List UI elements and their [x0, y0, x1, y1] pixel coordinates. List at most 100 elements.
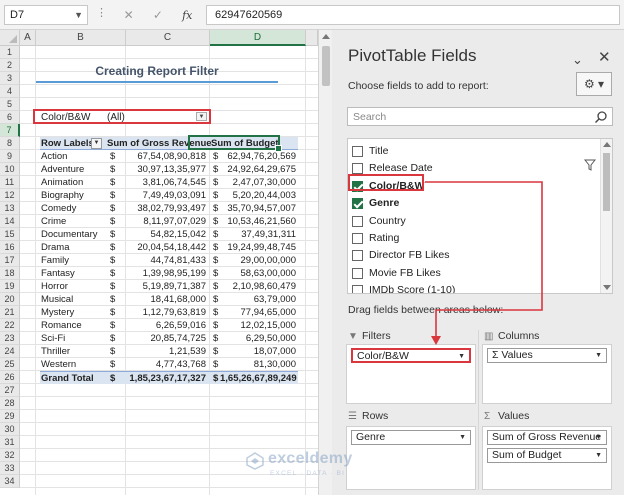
- currency-symbol[interactable]: $: [213, 319, 218, 332]
- checkbox-icon[interactable]: [352, 163, 363, 175]
- budget-value[interactable]: 62,94,76,20,569: [220, 150, 296, 163]
- filter-dropdown-icon[interactable]: ▼: [196, 112, 207, 121]
- currency-symbol[interactable]: $: [213, 202, 218, 215]
- row-header[interactable]: 7: [0, 124, 20, 137]
- gross-value[interactable]: 18,41,68,000: [118, 293, 206, 306]
- currency-symbol[interactable]: $: [213, 189, 218, 202]
- currency-symbol[interactable]: $: [213, 280, 218, 293]
- search-input[interactable]: Search: [347, 107, 613, 126]
- currency-symbol[interactable]: $: [110, 280, 115, 293]
- currency-symbol[interactable]: $: [213, 332, 218, 345]
- checkbox-icon[interactable]: [352, 215, 363, 227]
- currency-symbol[interactable]: $: [213, 267, 218, 280]
- gross-value[interactable]: 1,39,98,95,199: [118, 267, 206, 280]
- row-label[interactable]: Mystery: [41, 306, 74, 319]
- row-label[interactable]: Action: [41, 150, 67, 163]
- row-header[interactable]: 15: [0, 228, 20, 241]
- currency-symbol[interactable]: $: [110, 189, 115, 202]
- row-header[interactable]: 14: [0, 215, 20, 228]
- row-header[interactable]: 8: [0, 137, 20, 150]
- row-label[interactable]: Horror: [41, 280, 68, 293]
- row-header[interactable]: 3: [0, 72, 20, 85]
- vertical-scrollbar[interactable]: [318, 30, 332, 495]
- currency-symbol[interactable]: $: [213, 215, 218, 228]
- cancel-icon[interactable]: ✕: [124, 8, 134, 22]
- currency-symbol[interactable]: $: [110, 202, 115, 215]
- currency-symbol[interactable]: $: [213, 163, 218, 176]
- currency-symbol[interactable]: $: [213, 254, 218, 267]
- gross-value[interactable]: 44,74,81,433: [118, 254, 206, 267]
- gross-value[interactable]: 1,21,539: [118, 345, 206, 358]
- row-chip[interactable]: Genre ▼: [351, 430, 471, 445]
- row-header[interactable]: 17: [0, 254, 20, 267]
- currency-symbol[interactable]: $: [213, 306, 218, 319]
- row-header[interactable]: 29: [0, 410, 20, 423]
- row-header[interactable]: 33: [0, 462, 20, 475]
- chevron-down-icon[interactable]: ⌄: [572, 52, 583, 68]
- row-header[interactable]: 19: [0, 280, 20, 293]
- currency-symbol[interactable]: $: [213, 293, 218, 306]
- currency-symbol[interactable]: $: [110, 267, 115, 280]
- budget-value[interactable]: 19,24,99,48,745: [220, 241, 296, 254]
- currency-symbol[interactable]: $: [213, 345, 218, 358]
- currency-symbol[interactable]: $: [110, 306, 115, 319]
- currency-symbol[interactable]: $: [110, 319, 115, 332]
- row-label[interactable]: Western: [41, 358, 76, 371]
- budget-value[interactable]: 10,53,46,21,560: [220, 215, 296, 228]
- row-header[interactable]: 30: [0, 423, 20, 436]
- gross-value[interactable]: 1,12,79,63,819: [118, 306, 206, 319]
- row-header[interactable]: 34: [0, 475, 20, 488]
- budget-value[interactable]: 6,29,50,000: [220, 332, 296, 345]
- currency-symbol[interactable]: $: [110, 293, 115, 306]
- chevron-down-icon[interactable]: ▼: [595, 449, 602, 462]
- enter-icon[interactable]: ✓: [153, 8, 163, 22]
- currency-symbol[interactable]: $: [213, 228, 218, 241]
- value-chip[interactable]: Sum of Budget ▼: [487, 448, 607, 463]
- row-header[interactable]: 28: [0, 397, 20, 410]
- row-header[interactable]: 2: [0, 59, 20, 72]
- active-cell[interactable]: [188, 135, 282, 152]
- budget-value[interactable]: 81,30,000: [220, 358, 296, 371]
- row-label[interactable]: Biography: [41, 189, 84, 202]
- row-label[interactable]: Thriller: [41, 345, 70, 358]
- chevron-down-icon[interactable]: ▼: [458, 350, 465, 363]
- row-label[interactable]: Musical: [41, 293, 73, 306]
- row-header[interactable]: 10: [0, 163, 20, 176]
- column-header[interactable]: C: [126, 30, 210, 46]
- currency-symbol[interactable]: $: [213, 150, 218, 163]
- currency-symbol[interactable]: $: [110, 215, 115, 228]
- row-header[interactable]: 32: [0, 449, 20, 462]
- row-header[interactable]: 18: [0, 267, 20, 280]
- currency-symbol[interactable]: $: [213, 358, 218, 371]
- chevron-down-icon[interactable]: ▼: [459, 431, 466, 444]
- row-header[interactable]: 23: [0, 332, 20, 345]
- row-header[interactable]: 22: [0, 319, 20, 332]
- chevron-down-icon[interactable]: ▼: [595, 431, 602, 444]
- budget-value[interactable]: 37,49,31,311: [220, 228, 296, 241]
- column-header[interactable]: A: [20, 30, 36, 46]
- row-header[interactable]: 21: [0, 306, 20, 319]
- column-chip[interactable]: Σ Values ▼: [487, 348, 607, 363]
- close-icon[interactable]: ✕: [598, 48, 611, 66]
- filter-chip[interactable]: Color/B&W ▼: [351, 348, 471, 363]
- row-header[interactable]: 9: [0, 150, 20, 163]
- gross-value[interactable]: 20,04,54,18,442: [118, 241, 206, 254]
- cell-grid[interactable]: Creating Report Filter Color/B&W (All) ▼…: [20, 46, 318, 495]
- row-header[interactable]: 11: [0, 176, 20, 189]
- checkbox-checked-icon[interactable]: [352, 198, 363, 210]
- row-header[interactable]: 16: [0, 241, 20, 254]
- row-header[interactable]: 1: [0, 46, 20, 59]
- row-label[interactable]: Fantasy: [41, 267, 75, 280]
- chevron-down-icon[interactable]: ▼: [595, 349, 602, 362]
- scroll-up-icon[interactable]: [322, 34, 330, 39]
- row-header[interactable]: 31: [0, 436, 20, 449]
- columns-area[interactable]: Σ Values ▼: [482, 344, 612, 404]
- row-header[interactable]: 4: [0, 85, 20, 98]
- filter-funnel-icon[interactable]: [584, 159, 596, 171]
- budget-value[interactable]: 77,94,65,000: [220, 306, 296, 319]
- more-icon[interactable]: ⋮: [96, 6, 107, 19]
- currency-symbol[interactable]: $: [110, 150, 115, 163]
- budget-value[interactable]: 5,20,20,44,003: [220, 189, 296, 202]
- budget-value[interactable]: 35,70,94,57,007: [220, 202, 296, 215]
- gross-value[interactable]: 38,02,79,93,497: [118, 202, 206, 215]
